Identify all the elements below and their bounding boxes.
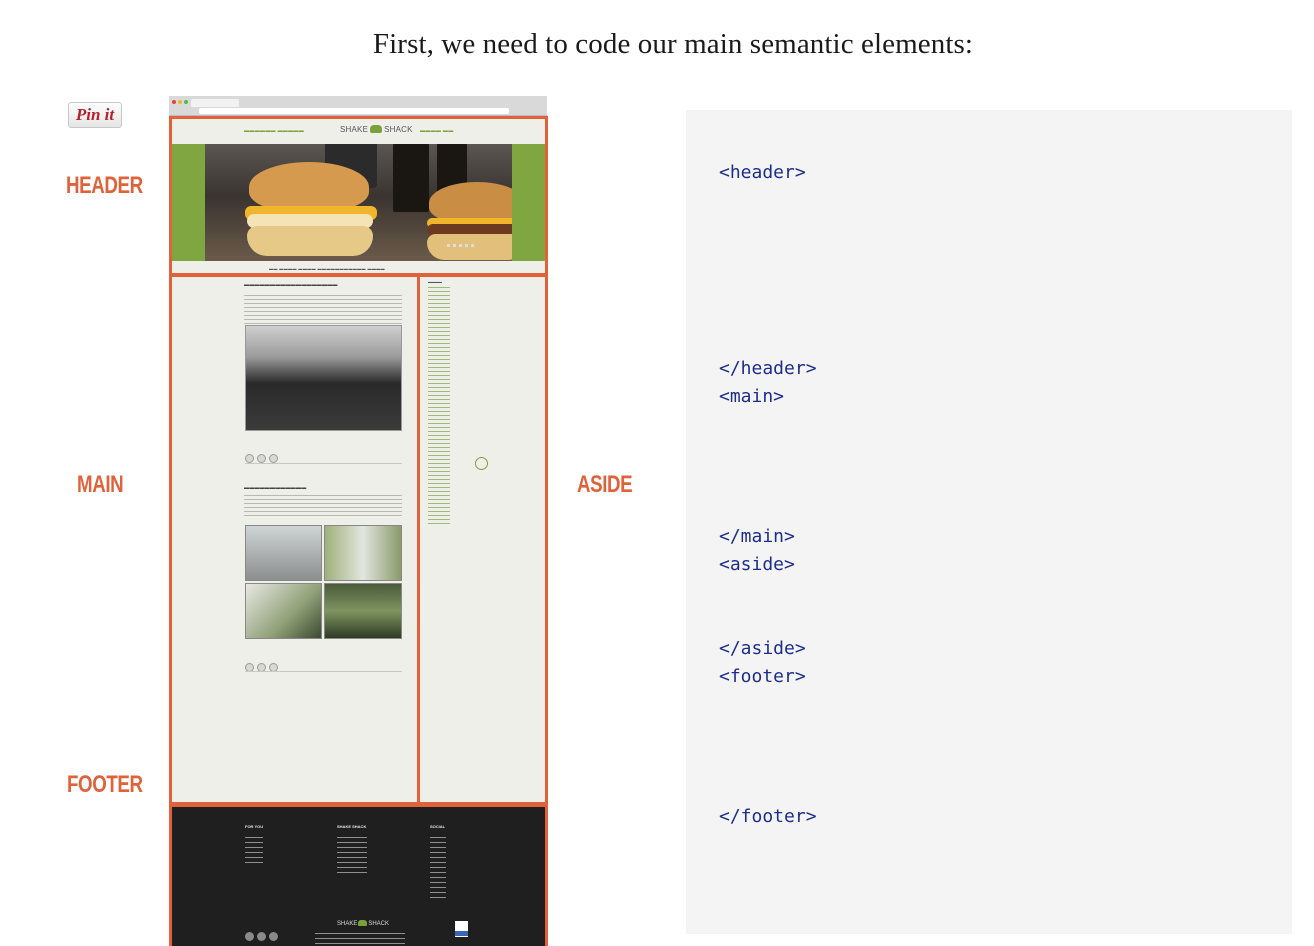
share-icon [245,454,254,463]
main-section: ▬▬▬▬▬▬▬▬▬▬▬▬▬▬▬▬▬▬ ▬▬▬▬▬▬▬▬▬▬▬▬ [169,274,420,805]
gallery-photo [324,583,402,639]
post-title-1: ▬▬▬▬▬▬▬▬▬▬▬▬▬▬▬▬▬▬ [244,282,338,288]
social-icon [245,932,254,941]
footer-links[interactable] [245,837,263,867]
footer-social-icons[interactable] [245,926,281,945]
page-heading: First, we need to code our main semantic… [372,28,974,60]
scroll-up-icon[interactable] [475,457,488,470]
social-icon [257,932,266,941]
campaign-photo [245,325,402,431]
website-screenshot: ▬▬▬▬▬▬ ▬▬▬▬▬ SHAKE SHACK ▬▬▬▬ ▬▬ ▬▬ ▬▬▬▬ … [167,96,549,946]
footer-links[interactable] [430,837,446,901]
share-icon [257,454,266,463]
gallery-photo [245,583,322,639]
code-main-close: </main> [719,526,795,547]
divider [245,671,402,672]
gallery-photo [324,525,402,581]
site-subnav: ▬▬ ▬▬▬▬ ▬▬▬▬ ▬▬▬▬▬▬▬▬▬▬▬ ▬▬▬▬ [269,266,386,271]
aside-label: ASIDE [577,471,633,498]
code-footer-close: </footer> [719,806,817,827]
archive-list[interactable] [428,287,450,527]
footer-legal-text [315,933,405,946]
browser-chrome [169,96,547,116]
social-icon [269,932,278,941]
site-logo: SHAKE SHACK [340,125,413,134]
footer-col-title: SOCIAL [430,824,446,829]
browser-url-bar [199,108,509,114]
slider-dots[interactable] [447,244,477,247]
post-text-1 [244,295,402,325]
footer-logo: SHAKE SHACK [337,920,390,927]
post-text-2 [244,495,402,519]
code-footer-open: <footer> [719,666,806,687]
site-nav-left: ▬▬▬▬▬▬ ▬▬▬▬▬ [244,128,304,134]
footer-links[interactable] [337,837,367,873]
post-title-2: ▬▬▬▬▬▬▬▬▬▬▬▬ [244,485,307,491]
archive-title: ▬▬▬▬ [428,280,442,284]
share-icons-1[interactable] [245,448,281,467]
share-icons-2[interactable] [245,657,281,676]
close-dot-icon [172,100,176,104]
pinterest-pin-button[interactable]: Pin it [68,102,122,128]
header-section: ▬▬▬▬▬▬ ▬▬▬▬▬ SHAKE SHACK ▬▬▬▬ ▬▬ ▬▬ ▬▬▬▬ … [169,116,548,276]
code-panel: <header> </header> <main> </main> <aside… [686,110,1292,934]
code-aside-open: <aside> [719,554,795,575]
minimize-dot-icon [178,100,182,104]
code-aside-close: </aside> [719,638,806,659]
hero-banner [172,144,545,261]
burger-logo-icon [370,125,383,133]
code-header-open: <header> [719,162,806,183]
browser-tab [191,99,239,107]
maximize-dot-icon [184,100,188,104]
code-header-close: </header> [719,358,817,379]
burger-photo [205,144,512,261]
footer-label: FOOTER [67,771,143,798]
aside-section: ▬▬▬▬ [417,274,548,805]
footer-section: FOR YOU SHAKE SHACK SOCIAL SHAKE SHACK [169,804,548,946]
footer-col-title: SHAKE SHACK [337,824,367,829]
footer-col-title: FOR YOU [245,824,264,829]
divider [245,463,402,464]
main-label: MAIN [77,471,124,498]
share-icon [269,454,278,463]
burger-logo-icon [358,920,368,926]
code-main-open: <main> [719,386,785,407]
site-nav-right: ▬▬▬▬ ▬▬ [420,128,454,134]
footer-badge [455,921,468,937]
gallery-photo [245,525,322,581]
header-label: HEADER [66,172,143,199]
